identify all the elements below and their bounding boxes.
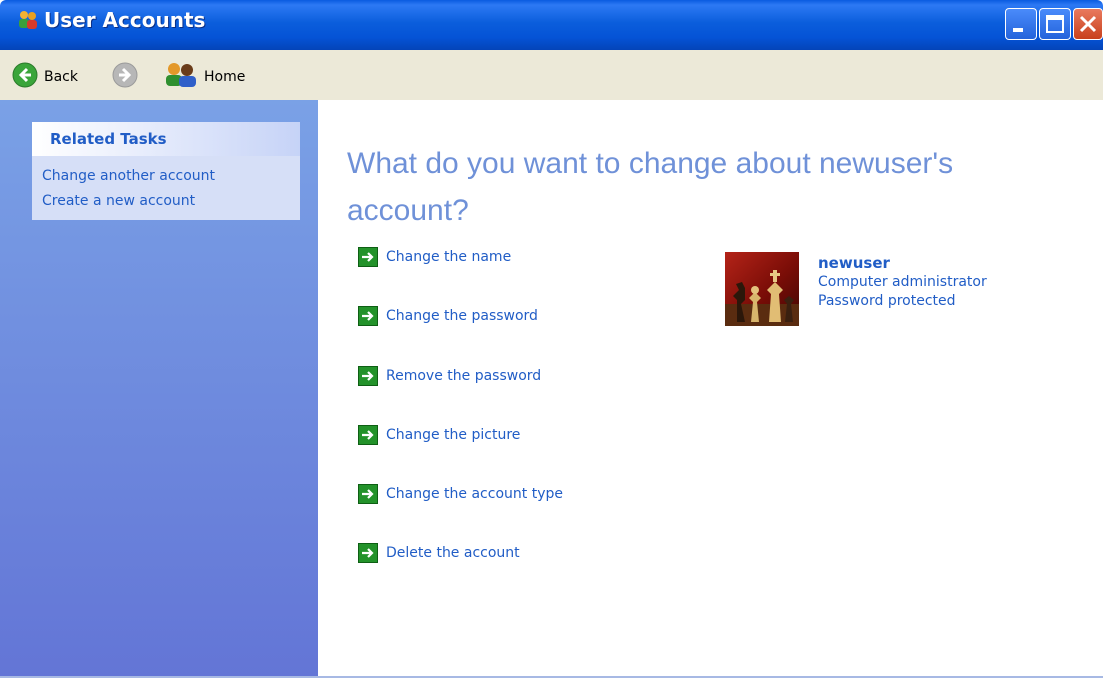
user-account-type: Computer administrator [818,274,987,290]
user-name: newuser [818,254,890,272]
change-password-link[interactable]: Change the password [358,306,538,326]
window-title: User Accounts [44,8,206,32]
back-label: Back [44,69,78,85]
close-button[interactable] [1073,8,1103,40]
green-arrow-icon [358,484,378,504]
home-button[interactable]: Home [164,62,245,92]
sidebar: Related Tasks Change another account Cre… [0,100,318,678]
action-label: Change the password [386,308,538,324]
change-account-type-link[interactable]: Change the account type [358,484,563,504]
action-label: Change the name [386,249,512,265]
create-new-account-link[interactable]: Create a new account [32,189,300,214]
related-tasks-panel: Related Tasks Change another account Cre… [32,122,300,220]
green-arrow-icon [358,306,378,326]
related-tasks-title: Related Tasks [50,130,167,148]
related-tasks-header: Related Tasks [32,122,300,156]
green-arrow-icon [358,425,378,445]
home-label: Home [204,69,246,85]
change-another-account-link[interactable]: Change another account [32,164,300,189]
chess-avatar [725,252,799,326]
page-heading: What do you want to change about newuser… [347,147,954,227]
home-users-icon [164,62,198,92]
green-arrow-icon [358,247,378,267]
user-accounts-icon [17,9,39,31]
title-bar: User Accounts [0,0,1103,50]
related-tasks-list: Change another account Create a new acco… [32,156,300,214]
action-label: Remove the password [386,368,542,384]
action-label: Delete the account [386,545,520,561]
back-button[interactable]: Back [12,62,78,92]
main-content: What do you want to change about newuser… [318,100,1103,678]
action-label: Change the account type [386,486,563,502]
navigation-toolbar: Back Home [0,50,1103,100]
action-label: Change the picture [386,427,521,443]
delete-account-link[interactable]: Delete the account [358,543,520,563]
forward-arrow-icon [112,62,138,92]
change-name-link[interactable]: Change the name [358,247,511,267]
minimize-button[interactable] [1005,8,1037,40]
back-arrow-icon [12,62,38,92]
green-arrow-icon [358,543,378,563]
green-arrow-icon [358,366,378,386]
forward-button[interactable] [112,62,138,92]
remove-password-link[interactable]: Remove the password [358,366,541,386]
change-picture-link[interactable]: Change the picture [358,425,520,445]
maximize-button[interactable] [1039,8,1071,40]
user-password-status: Password protected [818,293,956,309]
